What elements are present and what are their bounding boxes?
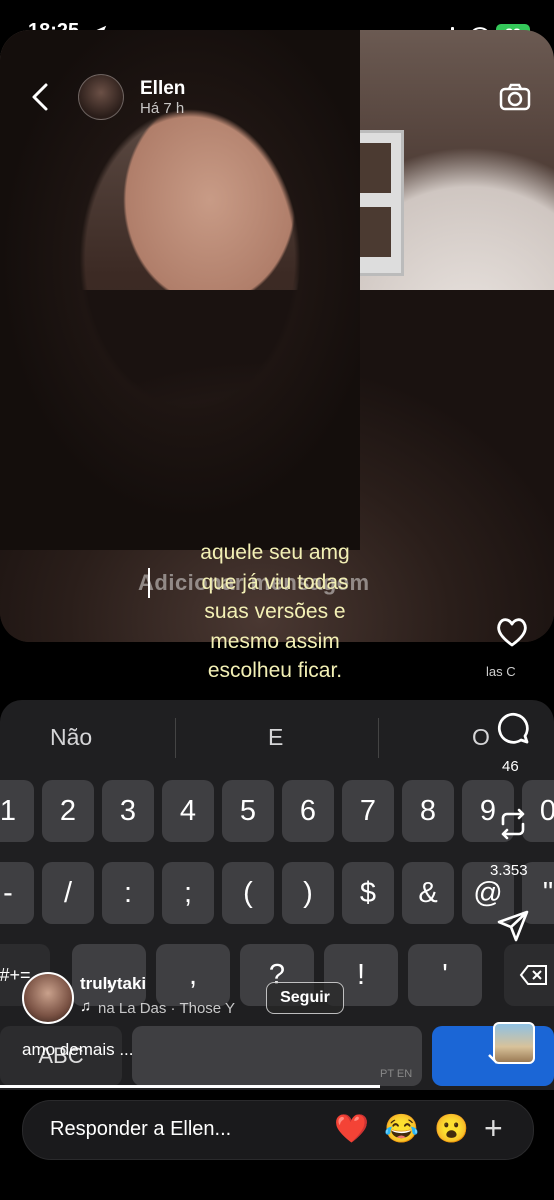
key-4[interactable]: 4 bbox=[162, 780, 214, 842]
heart-icon[interactable] bbox=[494, 614, 530, 650]
key-hyphen[interactable]: - bbox=[0, 862, 34, 924]
caption-line: aquele seu amg bbox=[200, 541, 350, 564]
music-track[interactable]: na La Das · Those Y bbox=[98, 1000, 235, 1017]
story-username[interactable]: Ellen bbox=[140, 78, 185, 100]
suggestion-3[interactable]: O bbox=[472, 724, 490, 751]
back-chevron-icon[interactable] bbox=[28, 82, 54, 112]
key-2[interactable]: 2 bbox=[42, 780, 94, 842]
emoji-laugh[interactable]: 😂 bbox=[384, 1112, 419, 1145]
caption-line: escolheu ficar. bbox=[207, 659, 343, 682]
story-caption: aquele seu amg que já viu todas suas ver… bbox=[150, 538, 400, 686]
emoji-heart[interactable]: ❤️ bbox=[334, 1112, 369, 1145]
poster-avatar[interactable] bbox=[22, 972, 74, 1024]
key-semicolon[interactable]: ; bbox=[162, 862, 214, 924]
key-open-paren[interactable]: ( bbox=[222, 862, 274, 924]
post-caption[interactable]: amo demais ... bbox=[22, 1040, 134, 1060]
comment-count: 46 bbox=[502, 758, 519, 775]
story-time-ago: Há 7 h bbox=[140, 100, 185, 117]
caption-line: suas versões e bbox=[204, 600, 346, 623]
key-1[interactable]: 1 bbox=[0, 780, 34, 842]
key-5[interactable]: 5 bbox=[222, 780, 274, 842]
backspace-icon bbox=[519, 965, 547, 985]
likes-label: las C bbox=[486, 664, 516, 679]
suggestion-1[interactable]: Não bbox=[50, 724, 92, 751]
key-comma-2[interactable]: , bbox=[156, 944, 230, 1006]
comment-icon[interactable] bbox=[495, 710, 531, 746]
audio-thumbnail[interactable] bbox=[493, 1022, 535, 1064]
reply-input[interactable]: Responder a Ellen... bbox=[50, 1118, 231, 1141]
emoji-surprised[interactable]: 😮 bbox=[434, 1112, 469, 1145]
music-note-icon: ♫ bbox=[80, 998, 92, 1015]
share-send-icon[interactable] bbox=[495, 908, 531, 944]
suggestion-divider bbox=[378, 718, 379, 758]
follow-button[interactable]: Seguir bbox=[266, 982, 344, 1014]
key-6[interactable]: 6 bbox=[282, 780, 334, 842]
keyboard-language: PT EN bbox=[380, 1068, 413, 1080]
key-apostrophe[interactable]: ' bbox=[408, 944, 482, 1006]
repost-icon[interactable] bbox=[495, 806, 531, 842]
key-8[interactable]: 8 bbox=[402, 780, 454, 842]
suggestion-2[interactable]: E bbox=[268, 724, 283, 751]
add-reaction-button[interactable]: + bbox=[484, 1110, 503, 1147]
caption-line: mesmo assim bbox=[210, 629, 340, 653]
caption-line: que já viu todas bbox=[201, 570, 349, 594]
camera-icon[interactable] bbox=[498, 80, 532, 114]
story-avatar[interactable] bbox=[78, 74, 124, 120]
repost-count: 3.353 bbox=[490, 862, 528, 879]
key-close-paren[interactable]: ) bbox=[282, 862, 334, 924]
key-space[interactable] bbox=[132, 1026, 422, 1086]
key-slash[interactable]: / bbox=[42, 862, 94, 924]
suggestion-divider bbox=[175, 718, 176, 758]
video-progress-bar[interactable] bbox=[0, 1085, 380, 1088]
key-ampersand[interactable]: & bbox=[402, 862, 454, 924]
poster-username[interactable]: trulytaki bbox=[80, 974, 146, 994]
key-dollar[interactable]: $ bbox=[342, 862, 394, 924]
key-7[interactable]: 7 bbox=[342, 780, 394, 842]
key-colon[interactable]: : bbox=[102, 862, 154, 924]
key-backspace[interactable] bbox=[504, 944, 554, 1006]
key-3[interactable]: 3 bbox=[102, 780, 154, 842]
